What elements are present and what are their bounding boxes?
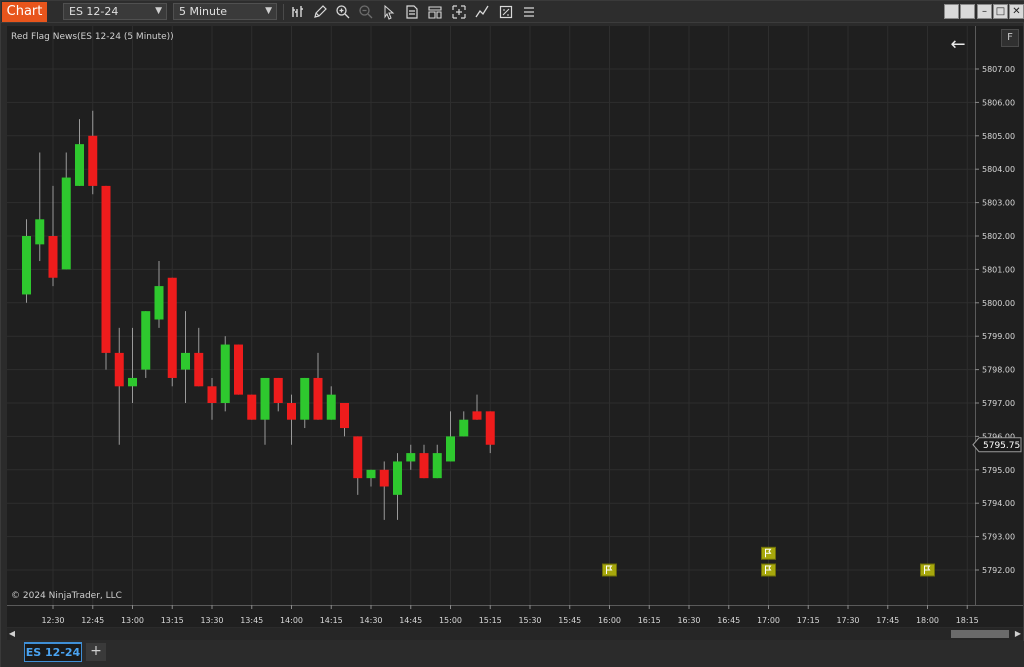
toolbar-divider	[283, 4, 284, 20]
chart-window: Chart ES 12-24 ▼ 5 Minute ▼ – □ ✕ 5792.0…	[0, 0, 1024, 667]
data-box-icon[interactable]	[498, 4, 514, 20]
f-button[interactable]: F	[1001, 29, 1019, 47]
scroll-left-icon[interactable]: ◀	[7, 628, 17, 640]
interval-selector-value: 5 Minute	[179, 5, 228, 18]
close-icon[interactable]: ✕	[1009, 4, 1024, 19]
chevron-down-icon: ▼	[265, 6, 272, 16]
zoom-in-icon[interactable]	[335, 4, 351, 20]
add-tab-button[interactable]: +	[86, 643, 106, 661]
back-arrow-icon[interactable]: ←	[947, 36, 969, 54]
scroll-right-icon[interactable]: ▶	[1013, 628, 1023, 640]
draw-pencil-icon[interactable]	[312, 4, 328, 20]
tab-instrument[interactable]: ES 12-24	[24, 642, 82, 662]
price-axis[interactable]	[975, 26, 1023, 605]
interval-selector[interactable]: 5 Minute ▼	[173, 3, 277, 20]
time-axis[interactable]	[7, 605, 1023, 627]
horizontal-scrollbar[interactable]: ◀ ▶	[7, 628, 1023, 640]
instrument-selector-value: ES 12-24	[69, 5, 119, 18]
minimize-icon[interactable]: –	[977, 4, 992, 19]
select-pointer-icon[interactable]	[381, 4, 397, 20]
instrument-selector[interactable]: ES 12-24 ▼	[63, 3, 167, 20]
template-icon[interactable]	[427, 4, 443, 20]
chart-trader-icon[interactable]	[451, 4, 467, 20]
chart-panel[interactable]	[7, 26, 975, 605]
bars-type-icon[interactable]	[290, 4, 306, 20]
tile2-icon[interactable]	[960, 4, 975, 19]
tab-strip: ES 12-24 +	[1, 641, 1024, 667]
maximize-icon[interactable]: □	[993, 4, 1008, 19]
zoom-out-icon[interactable]	[358, 4, 374, 20]
chevron-down-icon: ▼	[155, 6, 162, 16]
indicator-label: Red Flag News(ES 12-24 (5 Minute))	[11, 32, 174, 42]
scroll-thumb[interactable]	[951, 630, 1009, 638]
properties-icon[interactable]	[404, 4, 420, 20]
copyright-text: © 2024 NinjaTrader, LLC	[11, 591, 122, 601]
chart-menu-button[interactable]: Chart	[2, 2, 47, 22]
strategy-icon[interactable]	[474, 4, 490, 20]
more-tools-icon[interactable]	[521, 4, 537, 20]
chart-toolbar: Chart ES 12-24 ▼ 5 Minute ▼ – □ ✕	[1, 1, 1024, 23]
tile-icon[interactable]	[944, 4, 959, 19]
